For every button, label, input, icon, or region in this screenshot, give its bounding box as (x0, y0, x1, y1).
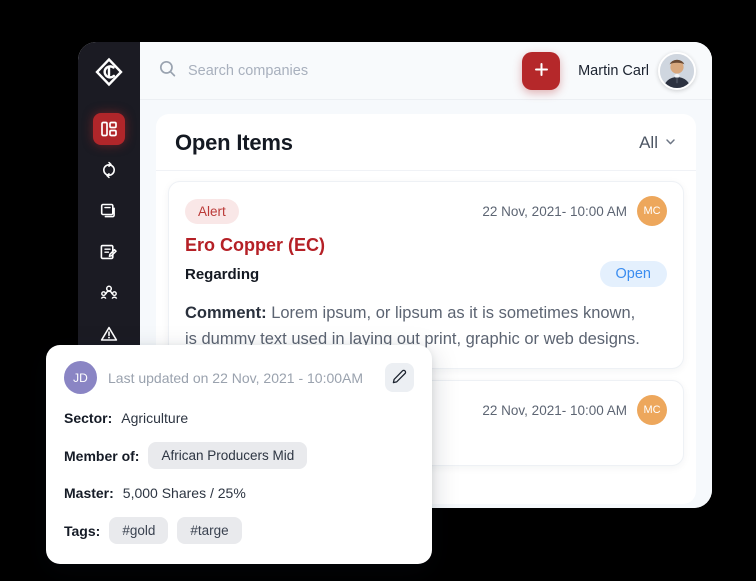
add-button[interactable] (522, 51, 561, 90)
tags-field: Tags: #gold #targe (64, 517, 414, 544)
panel-header: Open Items All (156, 114, 696, 171)
open-status-badge[interactable]: Open (599, 261, 667, 287)
people-group-icon (100, 285, 118, 300)
card-meta: 22 Nov, 2021- 10:00 AM MC (482, 196, 667, 226)
refresh-circle-icon (103, 161, 115, 179)
sidebar-item-documents[interactable] (93, 195, 125, 227)
sidebar-item-activity[interactable] (93, 154, 125, 186)
dashboard-grid-icon (101, 121, 117, 137)
tag-chip[interactable]: #targe (177, 517, 242, 544)
tag-chip[interactable]: #gold (109, 517, 169, 544)
search-input[interactable] (188, 62, 523, 79)
master-field: Master: 5,000 Shares / 25% (64, 485, 414, 501)
user-area[interactable]: Martin Carl (578, 51, 696, 90)
page-title: Open Items (175, 130, 293, 155)
warning-triangle-icon (100, 326, 118, 341)
avatar[interactable] (658, 51, 696, 90)
company-name[interactable]: Ero Copper (EC) (185, 235, 667, 256)
sector-field: Sector: Agriculture (64, 410, 414, 426)
avatar[interactable]: JD (64, 361, 97, 394)
timestamp: 22 Nov, 2021- 10:00 AM (482, 203, 627, 219)
sidebar-item-contacts[interactable] (93, 277, 125, 309)
card-meta: 22 Nov, 2021- 10:00 AM MC (482, 395, 667, 426)
popup-header: JD Last updated on 22 Nov, 2021 - 10:00A… (64, 361, 414, 394)
sidebar-item-dashboard[interactable] (93, 113, 125, 145)
copy-documents-icon (100, 203, 115, 218)
search-icon (158, 59, 177, 83)
tags-label: Tags: (64, 522, 101, 539)
edit-button[interactable] (385, 363, 414, 392)
master-value: 5,000 Shares / 25% (122, 485, 246, 501)
last-updated-text: Last updated on 22 Nov, 2021 - 10:00AM (108, 369, 364, 386)
comment-label: Comment: (185, 304, 267, 322)
avatar[interactable]: MC (637, 196, 667, 226)
master-label: Master: (64, 485, 114, 501)
member-label: Member of: (64, 447, 140, 464)
sidebar-item-notes[interactable] (93, 236, 125, 268)
member-chip[interactable]: African Producers Mid (148, 442, 308, 469)
filter-label: All (639, 133, 658, 152)
detail-popup: JD Last updated on 22 Nov, 2021 - 10:00A… (46, 345, 432, 564)
member-field: Member of: African Producers Mid (64, 442, 414, 469)
plus-icon (533, 61, 550, 81)
diamond-logo-icon[interactable] (92, 55, 126, 89)
chevron-down-icon (664, 133, 677, 153)
sector-value: Agriculture (121, 410, 189, 426)
card-header: Alert 22 Nov, 2021- 10:00 AM MC (185, 196, 667, 226)
search-bar[interactable] (158, 59, 523, 83)
avatar[interactable]: MC (637, 395, 667, 426)
edit-document-icon (100, 244, 117, 260)
regarding-label: Regarding (185, 265, 260, 283)
pencil-icon (392, 369, 407, 387)
timestamp: 22 Nov, 2021- 10:00 AM (482, 402, 627, 418)
topbar: Martin Carl (140, 42, 712, 100)
card-subrow: Regarding Open (185, 261, 667, 287)
user-name: Martin Carl (578, 62, 649, 79)
filter-dropdown[interactable]: All (639, 133, 677, 153)
list-item[interactable]: Alert 22 Nov, 2021- 10:00 AM MC Ero Copp… (168, 181, 684, 370)
sector-label: Sector: (64, 410, 113, 426)
status-badge: Alert (185, 198, 239, 224)
